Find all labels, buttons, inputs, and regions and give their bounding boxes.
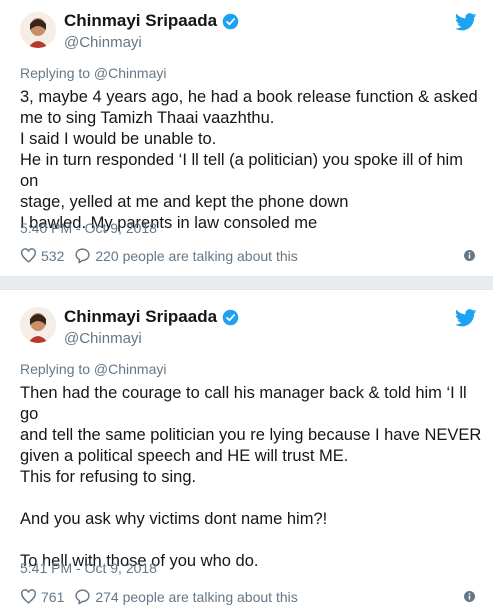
author-handle[interactable]: @Chinmayi <box>64 330 142 347</box>
tweet-line: me to sing Tamizh Thaai vaazhthu. <box>20 109 275 127</box>
verified-badge-icon <box>222 309 239 325</box>
info-icon[interactable] <box>464 591 475 602</box>
speech-bubble-icon <box>75 248 90 264</box>
tweet-line: I said I would be unable to. <box>20 130 217 148</box>
tweet-line: He in turn responded ‘I ll tell (a polit… <box>20 151 463 190</box>
tweet-line: Then had the courage to call his manager… <box>20 384 467 423</box>
author-row: Chinmayi Sripaada <box>64 11 239 31</box>
tweet-actions: 761 274 people are talking about this <box>20 588 298 605</box>
info-icon[interactable] <box>464 250 475 261</box>
tweet-card-2[interactable]: Chinmayi Sripaada @Chinmayi Replying to … <box>0 290 493 614</box>
author-handle[interactable]: @Chinmayi <box>64 34 142 51</box>
like-button[interactable]: 761 <box>20 588 64 605</box>
tweet-line: given a political speech and HE will tru… <box>20 447 349 465</box>
tweet-line <box>20 530 482 551</box>
heart-icon <box>21 589 36 604</box>
twitter-bird-icon[interactable] <box>455 309 477 327</box>
talking-about-count: 220 people are talking about this <box>95 247 298 264</box>
like-count: 532 <box>41 247 65 264</box>
avatar[interactable] <box>20 12 56 48</box>
reply-button[interactable]: 220 people are talking about this <box>74 247 298 264</box>
reply-button[interactable]: 274 people are talking about this <box>74 588 298 605</box>
speech-bubble-icon <box>75 589 90 605</box>
tweet-line: This for refusing to sing. <box>20 468 197 486</box>
replying-to-label[interactable]: Replying to @Chinmayi <box>20 361 167 377</box>
tweet-text: Then had the courage to call his manager… <box>20 383 482 572</box>
like-count: 761 <box>41 588 65 605</box>
tweet-line: stage, yelled at me and kept the phone d… <box>20 193 349 211</box>
twitter-bird-icon[interactable] <box>455 13 477 31</box>
tweet-divider <box>0 276 493 290</box>
author-row: Chinmayi Sripaada <box>64 307 239 327</box>
tweet-line: and tell the same politician you re lyin… <box>20 426 482 444</box>
replying-to-label[interactable]: Replying to @Chinmayi <box>20 65 167 81</box>
talking-about-count: 274 people are talking about this <box>95 588 298 605</box>
timestamp[interactable]: 5:40 PM - Oct 9, 2018 <box>20 220 157 236</box>
tweet-actions: 532 220 people are talking about this <box>20 247 298 264</box>
author-name[interactable]: Chinmayi Sripaada <box>64 11 217 31</box>
tweet-line <box>20 488 482 509</box>
verified-badge-icon <box>222 13 239 29</box>
timestamp[interactable]: 5:41 PM - Oct 9, 2018 <box>20 560 157 576</box>
tweet-text: 3, maybe 4 years ago, he had a book rele… <box>20 87 482 234</box>
author-name[interactable]: Chinmayi Sripaada <box>64 307 217 327</box>
like-button[interactable]: 532 <box>20 247 64 264</box>
heart-icon <box>21 248 36 263</box>
tweet-line: 3, maybe 4 years ago, he had a book rele… <box>20 88 478 106</box>
tweet-card-1[interactable]: Chinmayi Sripaada @Chinmayi Replying to … <box>0 0 493 276</box>
tweet-line: And you ask why victims dont name him?! <box>20 510 328 528</box>
avatar[interactable] <box>20 307 56 343</box>
